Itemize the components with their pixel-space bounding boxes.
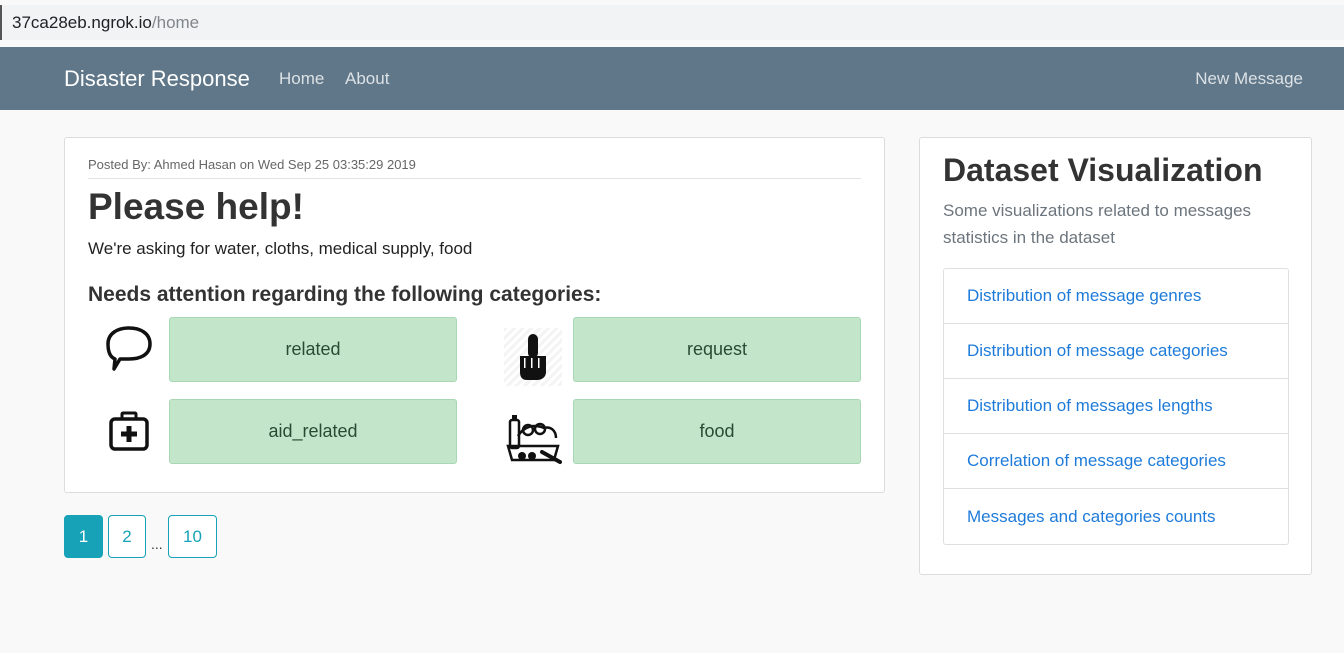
viz-link-counts[interactable]: Messages and categories counts xyxy=(944,489,1288,544)
visualization-list: Distribution of message genres Distribut… xyxy=(943,268,1289,545)
url-text[interactable]: 37ca28eb.ngrok.io/home xyxy=(12,13,199,33)
navbar-brand[interactable]: Disaster Response xyxy=(64,66,250,92)
categories-heading: Needs attention regarding the following … xyxy=(88,283,602,306)
viz-link-genres[interactable]: Distribution of message genres xyxy=(944,269,1288,324)
speech-bubble-icon xyxy=(100,320,158,378)
groceries-icon xyxy=(504,410,562,468)
raised-finger-icon xyxy=(504,328,562,386)
nav-home-link[interactable]: Home xyxy=(279,69,324,89)
message-title: Please help! xyxy=(88,186,304,227)
pagination-ellipsis: ... xyxy=(151,536,163,552)
posted-by-meta: Posted By: Ahmed Hasan on Wed Sep 25 03:… xyxy=(88,157,416,172)
page-10-button[interactable]: 10 xyxy=(168,515,217,558)
visualization-title: Dataset Visualization xyxy=(943,152,1263,188)
message-body: We're asking for water, cloths, medical … xyxy=(88,239,473,258)
page-2-button[interactable]: 2 xyxy=(108,515,146,558)
nav-about-link[interactable]: About xyxy=(345,69,389,89)
page-1-button[interactable]: 1 xyxy=(64,515,103,558)
card-divider xyxy=(88,178,861,179)
category-request[interactable]: request xyxy=(573,317,861,382)
visualization-description: Some visualizations related to messages … xyxy=(943,201,1252,247)
navbar: Disaster Response Home About New Message xyxy=(0,47,1344,110)
viz-link-correlation[interactable]: Correlation of message categories xyxy=(944,434,1288,489)
viz-link-categories[interactable]: Distribution of message categories xyxy=(944,324,1288,379)
viz-link-lengths[interactable]: Distribution of messages lengths xyxy=(944,379,1288,434)
new-message-link[interactable]: New Message xyxy=(1195,69,1303,89)
category-aid-related[interactable]: aid_related xyxy=(169,399,457,464)
message-card: Posted By: Ahmed Hasan on Wed Sep 25 03:… xyxy=(64,137,885,493)
category-related[interactable]: related xyxy=(169,317,457,382)
category-food[interactable]: food xyxy=(573,399,861,464)
visualization-card: Dataset Visualization Some visualization… xyxy=(919,137,1312,575)
first-aid-kit-icon xyxy=(100,402,158,460)
address-bar[interactable]: 37ca28eb.ngrok.io/home xyxy=(0,5,1344,40)
